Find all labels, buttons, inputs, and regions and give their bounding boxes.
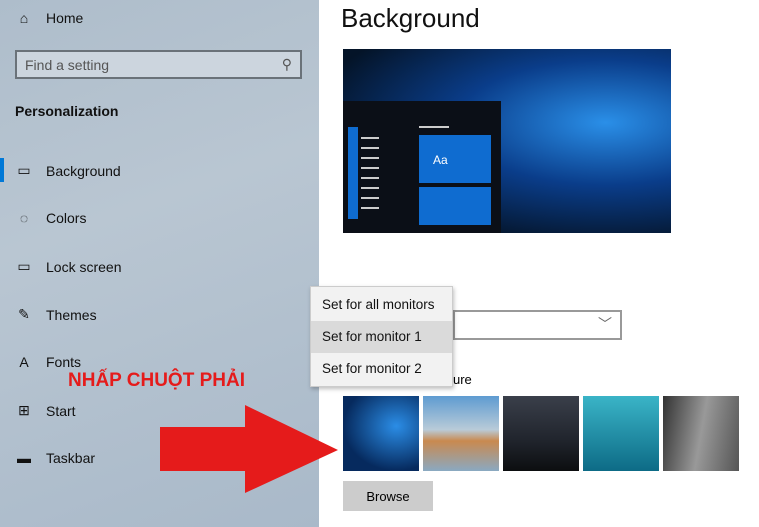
thumbnail-beach[interactable] [423, 396, 499, 471]
taskbar-icon: ▬ [17, 450, 31, 466]
search-icon: ⚲ [281, 56, 292, 72]
start-menu-preview: Aa [343, 101, 501, 233]
browse-button[interactable]: Browse [343, 481, 433, 511]
sidebar-item-themes[interactable]: ✎ Themes [15, 306, 96, 323]
nav-home[interactable]: ⌂ Home [15, 10, 84, 26]
thumbnail-night-sky[interactable] [503, 396, 579, 471]
context-menu: Set for all monitors Set for monitor 1 S… [310, 286, 453, 387]
menu-item-set-all-monitors[interactable]: Set for all monitors [311, 289, 452, 321]
sidebar-item-colors[interactable]: ◌ Colors [15, 210, 87, 226]
themes-icon: ✎ [18, 306, 30, 322]
menu-item-set-monitor-1[interactable]: Set for monitor 1 [311, 321, 452, 353]
annotation-text: NHẤP CHUỘT PHẢI [68, 370, 245, 391]
sidebar-item-lock-screen[interactable]: ▭ Lock screen [15, 258, 121, 275]
main-content: Background Aa ﹀ ure Browse [319, 0, 759, 527]
section-heading: Personalization [15, 103, 119, 119]
fonts-icon: A [19, 354, 29, 370]
start-icon: ⊞ [18, 402, 30, 418]
page-title: Background [341, 3, 480, 33]
red-arrow-icon [160, 405, 338, 493]
sidebar-item-taskbar[interactable]: ▬ Taskbar [15, 450, 95, 466]
lock-screen-icon: ▭ [17, 258, 31, 274]
thumbnail-windows[interactable] [343, 396, 419, 471]
chevron-down-icon: ﹀ [598, 316, 612, 332]
thumbnail-underwater[interactable] [583, 396, 659, 471]
search-input[interactable]: Find a setting ⚲ [15, 50, 302, 79]
choose-picture-label: ure [453, 372, 472, 387]
sidebar-item-background[interactable]: ▭ Background [15, 162, 120, 179]
selection-indicator [0, 158, 4, 182]
background-preview: Aa [343, 49, 671, 233]
thumbnail-rock[interactable] [663, 396, 739, 471]
sidebar-item-fonts[interactable]: A Fonts [15, 354, 81, 370]
home-icon: ⌂ [19, 10, 29, 26]
image-icon: ▭ [17, 162, 31, 178]
picture-fit-dropdown[interactable]: ﹀ [453, 310, 622, 340]
palette-icon: ◌ [19, 210, 29, 226]
sidebar-item-start[interactable]: ⊞ Start [15, 402, 75, 419]
tile-label: Aa [433, 153, 448, 167]
menu-item-set-monitor-2[interactable]: Set for monitor 2 [311, 353, 452, 385]
